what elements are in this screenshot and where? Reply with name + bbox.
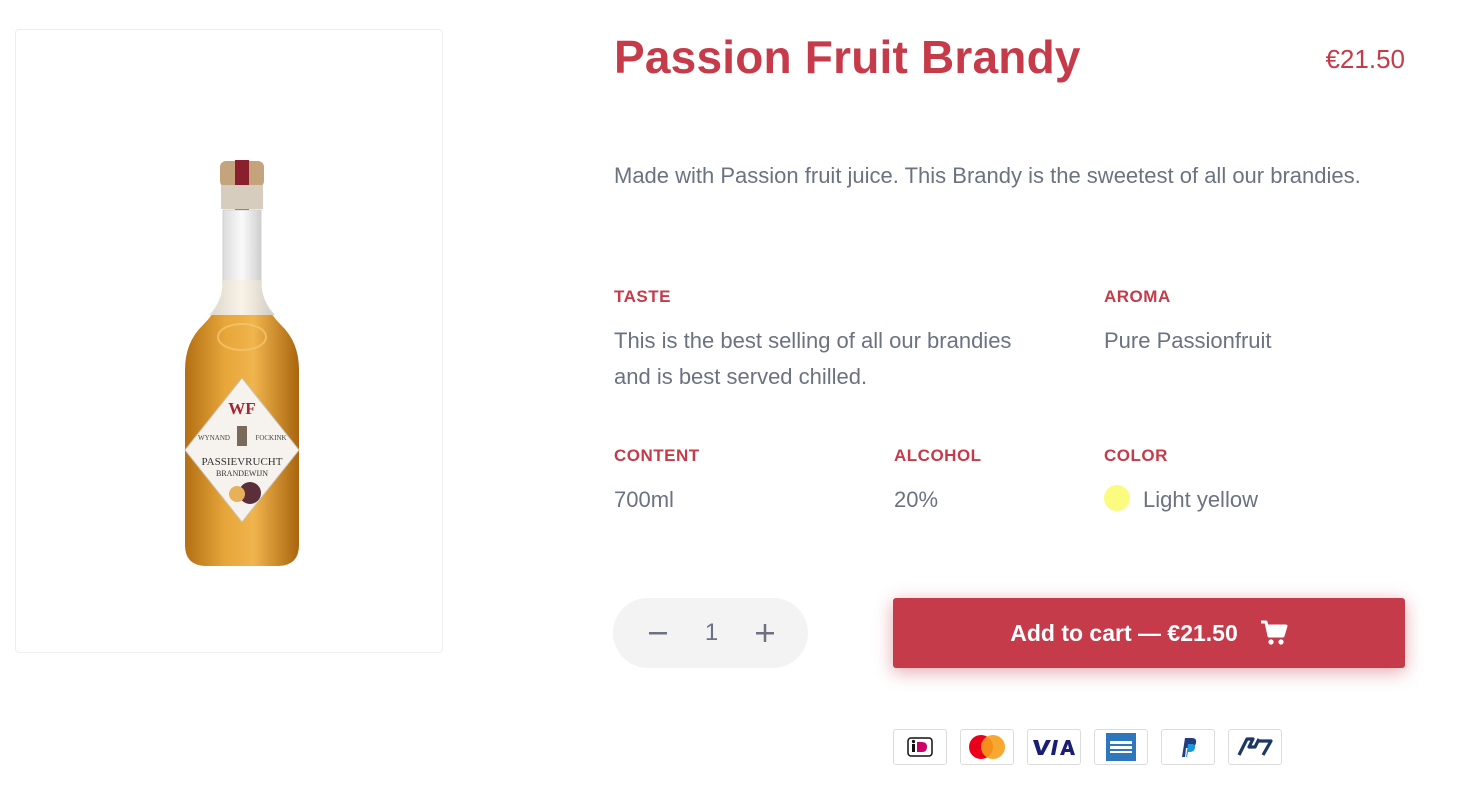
product-title: Passion Fruit Brandy	[614, 31, 1081, 83]
american-express-icon	[1094, 729, 1148, 765]
aroma-label: AROMA	[1104, 287, 1171, 306]
label-brand-right: FOCKINK	[255, 434, 286, 442]
taste-label: TASTE	[614, 287, 671, 306]
mastercard-icon	[960, 729, 1014, 765]
label-product-type: BRANDEWIJN	[216, 469, 268, 478]
product-description: Made with Passion fruit juice. This Bran…	[614, 163, 1361, 188]
label-product-name: PASSIEVRUCHT	[202, 456, 283, 468]
color-label: COLOR	[1104, 446, 1168, 465]
ideal-icon	[893, 729, 947, 765]
alcohol-label: ALCOHOL	[894, 446, 982, 465]
add-to-cart-button[interactable]: Add to cart — €21.50	[893, 598, 1405, 668]
paypal-icon	[1161, 729, 1215, 765]
aroma-value: Pure Passionfruit	[1104, 328, 1272, 353]
plus-icon	[756, 624, 774, 642]
alcohol-value: 20%	[894, 487, 939, 512]
label-brand-left: WYNAND	[198, 434, 230, 442]
taste-value-line1: This is the best selling of all our bran…	[614, 328, 1012, 353]
bancontact-icon	[1228, 729, 1282, 765]
taste-value-line2: and is best served chilled.	[614, 364, 868, 389]
add-to-cart-label: Add to cart — €21.50	[1010, 619, 1238, 646]
content-value: 700ml	[614, 487, 674, 512]
content-label: CONTENT	[614, 446, 700, 465]
decrease-quantity-button[interactable]	[643, 618, 673, 648]
product-price: €21.50	[1325, 44, 1405, 74]
cart-icon	[1260, 620, 1288, 645]
color-value: Light yellow	[1143, 487, 1258, 512]
product-bottle-image: WF WYNAND FOCKINK PASSIEVRUCHT BRANDEWIJ…	[184, 160, 300, 566]
increase-quantity-button[interactable]	[750, 618, 780, 648]
minus-icon	[649, 632, 667, 635]
product-image-card: WF WYNAND FOCKINK PASSIEVRUCHT BRANDEWIJ…	[15, 29, 443, 653]
quantity-input[interactable]: 1	[692, 619, 732, 647]
visa-icon	[1027, 729, 1081, 765]
label-brand-mark: WF	[228, 399, 255, 418]
color-swatch	[1104, 485, 1130, 511]
quantity-stepper: 1	[613, 598, 808, 668]
payment-methods	[893, 729, 1282, 765]
